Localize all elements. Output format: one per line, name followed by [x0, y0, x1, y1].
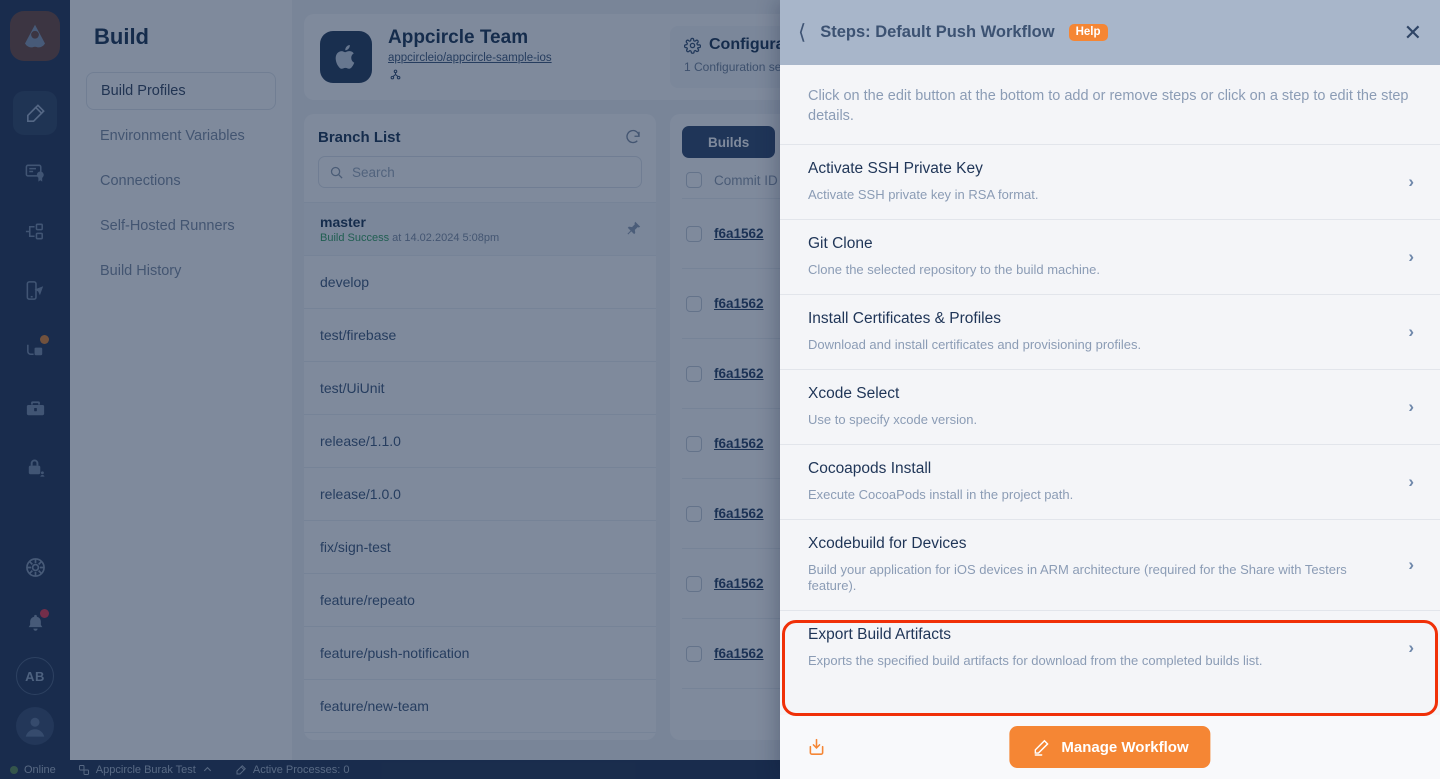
steps-list: Activate SSH Private Key Activate SSH pr…	[780, 144, 1440, 715]
step-name: Activate SSH Private Key	[808, 160, 983, 178]
step-name: Cocoapods Install	[808, 459, 932, 477]
chevron-right-icon[interactable]: ›	[1408, 322, 1414, 342]
step-description: Clone the selected repository to the bui…	[808, 262, 1100, 278]
chevron-right-icon[interactable]: ›	[1408, 638, 1414, 658]
drawer-header: ⟨ Steps: Default Push Workflow Help ✕	[780, 0, 1440, 65]
chevron-right-icon[interactable]: ›	[1408, 247, 1414, 267]
step-description: Execute CocoaPods install in the project…	[808, 486, 1074, 502]
step-item[interactable]: Cocoapods Install Execute CocoaPods inst…	[780, 443, 1440, 519]
help-badge[interactable]: Help	[1068, 23, 1108, 42]
step-name: Xcodebuild for Devices	[808, 534, 967, 552]
chevron-right-icon[interactable]: ›	[1408, 555, 1414, 575]
step-description: Build your application for iOS devices i…	[808, 561, 1347, 594]
step-description: Download and install certificates and pr…	[808, 336, 1142, 352]
app-root: AB Build Build Profiles Environment Vari…	[0, 0, 1440, 779]
step-item[interactable]: Git Clone Clone the selected repository …	[780, 219, 1440, 294]
drawer-footer: Manage Workflow	[780, 715, 1440, 779]
pencil-icon	[1034, 739, 1049, 756]
step-name: Install Certificates & Profiles	[808, 309, 1001, 327]
step-name: Xcode Select	[808, 384, 900, 402]
step-item[interactable]: Xcode Select Use to specify xcode versio…	[780, 368, 1440, 444]
download-icon[interactable]	[806, 737, 827, 758]
chevron-left-icon[interactable]: ⟨	[798, 22, 806, 43]
step-name: Export Build Artifacts	[808, 626, 952, 644]
manage-workflow-button[interactable]: Manage Workflow	[1009, 726, 1211, 768]
chevron-right-icon[interactable]: ›	[1408, 172, 1414, 192]
step-description: Activate SSH private key in RSA format.	[808, 187, 1039, 203]
drawer-title: Steps: Default Push Workflow	[820, 23, 1055, 41]
step-description: Use to specify xcode version.	[808, 411, 978, 427]
drawer-hint: Click on the edit button at the bottom t…	[808, 88, 1409, 124]
step-item[interactable]: Activate SSH Private Key Activate SSH pr…	[780, 144, 1440, 220]
manage-workflow-label: Manage Workflow	[1061, 738, 1189, 756]
chevron-right-icon[interactable]: ›	[1408, 397, 1414, 417]
step-name: Git Clone	[808, 235, 873, 253]
step-item[interactable]: Xcodebuild for Devices Build your applic…	[780, 518, 1440, 611]
step-description: Exports the specified build artifacts fo…	[808, 653, 1263, 669]
step-item-export-build-artifacts[interactable]: Export Build Artifacts Exports the speci…	[780, 610, 1440, 686]
steps-drawer: ⟨ Steps: Default Push Workflow Help ✕ Cl…	[780, 0, 1440, 779]
chevron-right-icon[interactable]: ›	[1408, 472, 1414, 492]
step-item[interactable]: Install Certificates & Profiles Download…	[780, 293, 1440, 369]
close-icon[interactable]: ✕	[1404, 21, 1422, 44]
